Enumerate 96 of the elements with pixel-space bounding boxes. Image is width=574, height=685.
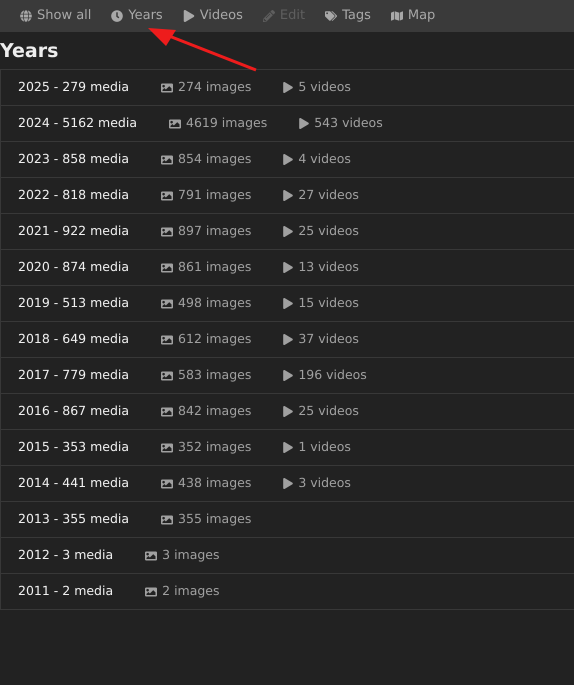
video-count: 25 videos	[298, 222, 359, 240]
video-count: 15 videos	[298, 294, 359, 312]
year-title: 2018 - 649 media	[18, 330, 130, 348]
page-heading: Years	[0, 39, 58, 64]
image-icon	[161, 226, 174, 238]
year-row[interactable]: 2019 - 513 media 498 images 15 videos	[1, 286, 574, 322]
image-icon	[161, 514, 174, 526]
year-title: 2019 - 513 media	[18, 294, 130, 312]
image-icon	[161, 190, 174, 202]
year-title: 2020 - 874 media	[18, 258, 130, 276]
image-count: 438 images	[178, 474, 252, 492]
year-row[interactable]: 2016 - 867 media 842 images 25 videos	[1, 394, 574, 430]
image-count: 583 images	[178, 366, 252, 384]
image-icon	[161, 298, 174, 310]
year-title: 2025 - 279 media	[18, 78, 130, 96]
globe-icon	[20, 10, 32, 22]
image-icon	[161, 262, 174, 274]
play-icon	[283, 190, 294, 201]
image-icon	[161, 154, 174, 166]
play-icon	[299, 118, 310, 129]
year-row[interactable]: 2015 - 353 media 352 images 1 videos	[1, 430, 574, 466]
image-count: 842 images	[178, 402, 252, 420]
play-icon	[283, 442, 294, 453]
image-count: 854 images	[178, 150, 252, 168]
video-count: 25 videos	[298, 402, 359, 420]
year-row[interactable]: 2020 - 874 media 861 images 13 videos	[1, 250, 574, 286]
image-icon	[161, 334, 174, 346]
play-icon	[182, 10, 195, 22]
video-count: 3 videos	[298, 474, 351, 492]
play-icon	[283, 370, 294, 381]
image-count: 612 images	[178, 330, 252, 348]
image-count: 791 images	[178, 186, 252, 204]
image-icon	[161, 370, 174, 382]
year-title: 2024 - 5162 media	[18, 114, 137, 132]
year-title: 2023 - 858 media	[18, 150, 130, 168]
play-icon	[283, 478, 294, 489]
year-row[interactable]: 2024 - 5162 media 4619 images 543 videos	[1, 106, 574, 142]
play-icon	[283, 298, 294, 309]
play-icon	[283, 154, 294, 165]
year-title: 2017 - 779 media	[18, 366, 130, 384]
year-row[interactable]: 2013 - 355 media 355 images	[1, 502, 574, 538]
year-row[interactable]: 2017 - 779 media 583 images 196 videos	[1, 358, 574, 394]
image-icon	[161, 82, 174, 94]
nav-link[interactable]: Map	[390, 6, 436, 26]
image-count: 861 images	[178, 258, 252, 276]
video-count: 27 videos	[298, 186, 359, 204]
map-icon	[390, 10, 403, 22]
image-icon	[145, 586, 158, 598]
play-icon	[283, 334, 294, 345]
image-icon	[145, 550, 158, 562]
image-icon	[161, 478, 174, 490]
video-count: 5 videos	[298, 78, 351, 96]
image-icon	[161, 442, 174, 454]
image-count: 2 images	[162, 582, 220, 600]
tags-icon	[325, 10, 338, 22]
image-count: 897 images	[178, 222, 252, 240]
year-title: 2021 - 922 media	[18, 222, 130, 240]
year-title: 2011 - 2 media	[18, 582, 114, 600]
year-row[interactable]: 2021 - 922 media 897 images 25 videos	[1, 214, 574, 250]
year-row[interactable]: 2025 - 279 media 274 images 5 videos	[1, 70, 574, 106]
nav-link[interactable]: Tags	[325, 6, 371, 26]
video-count: 1 videos	[298, 438, 351, 456]
year-title: 2015 - 353 media	[18, 438, 130, 456]
year-title: 2022 - 818 media	[18, 186, 130, 204]
year-row[interactable]: 2022 - 818 media 791 images 27 videos	[1, 178, 574, 214]
image-count: 355 images	[178, 510, 252, 528]
video-count: 4 videos	[298, 150, 351, 168]
year-row[interactable]: 2014 - 441 media 438 images 3 videos	[1, 466, 574, 502]
image-count: 352 images	[178, 438, 252, 456]
image-icon	[169, 118, 181, 130]
nav-link[interactable]: Show all	[20, 6, 92, 26]
year-row[interactable]: 2023 - 858 media 854 images 4 videos	[1, 142, 574, 178]
image-count: 4619 images	[186, 114, 268, 132]
image-count: 274 images	[178, 78, 252, 96]
nav-link[interactable]: Videos	[182, 6, 243, 26]
video-count: 543 videos	[314, 114, 383, 132]
year-row[interactable]: 2011 - 2 media 2 images	[1, 574, 574, 610]
image-count: 3 images	[162, 546, 220, 564]
year-row[interactable]: 2018 - 649 media 612 images 37 videos	[1, 322, 574, 358]
play-icon	[283, 406, 294, 417]
play-icon	[283, 82, 294, 93]
year-title: 2013 - 355 media	[18, 510, 130, 528]
year-row[interactable]: 2012 - 3 media 3 images	[1, 538, 574, 574]
year-title: 2014 - 441 media	[18, 474, 130, 492]
clock-icon	[111, 10, 124, 22]
play-icon	[283, 226, 294, 237]
video-count: 13 videos	[298, 258, 359, 276]
image-count: 498 images	[178, 294, 252, 312]
play-icon	[283, 262, 294, 273]
year-title: 2012 - 3 media	[18, 546, 114, 564]
year-title: 2016 - 867 media	[18, 402, 130, 420]
image-icon	[161, 406, 174, 418]
video-count: 37 videos	[298, 330, 359, 348]
pencil-icon	[262, 10, 275, 22]
video-count: 196 videos	[298, 366, 367, 384]
nav-link[interactable]: Years	[111, 6, 163, 26]
